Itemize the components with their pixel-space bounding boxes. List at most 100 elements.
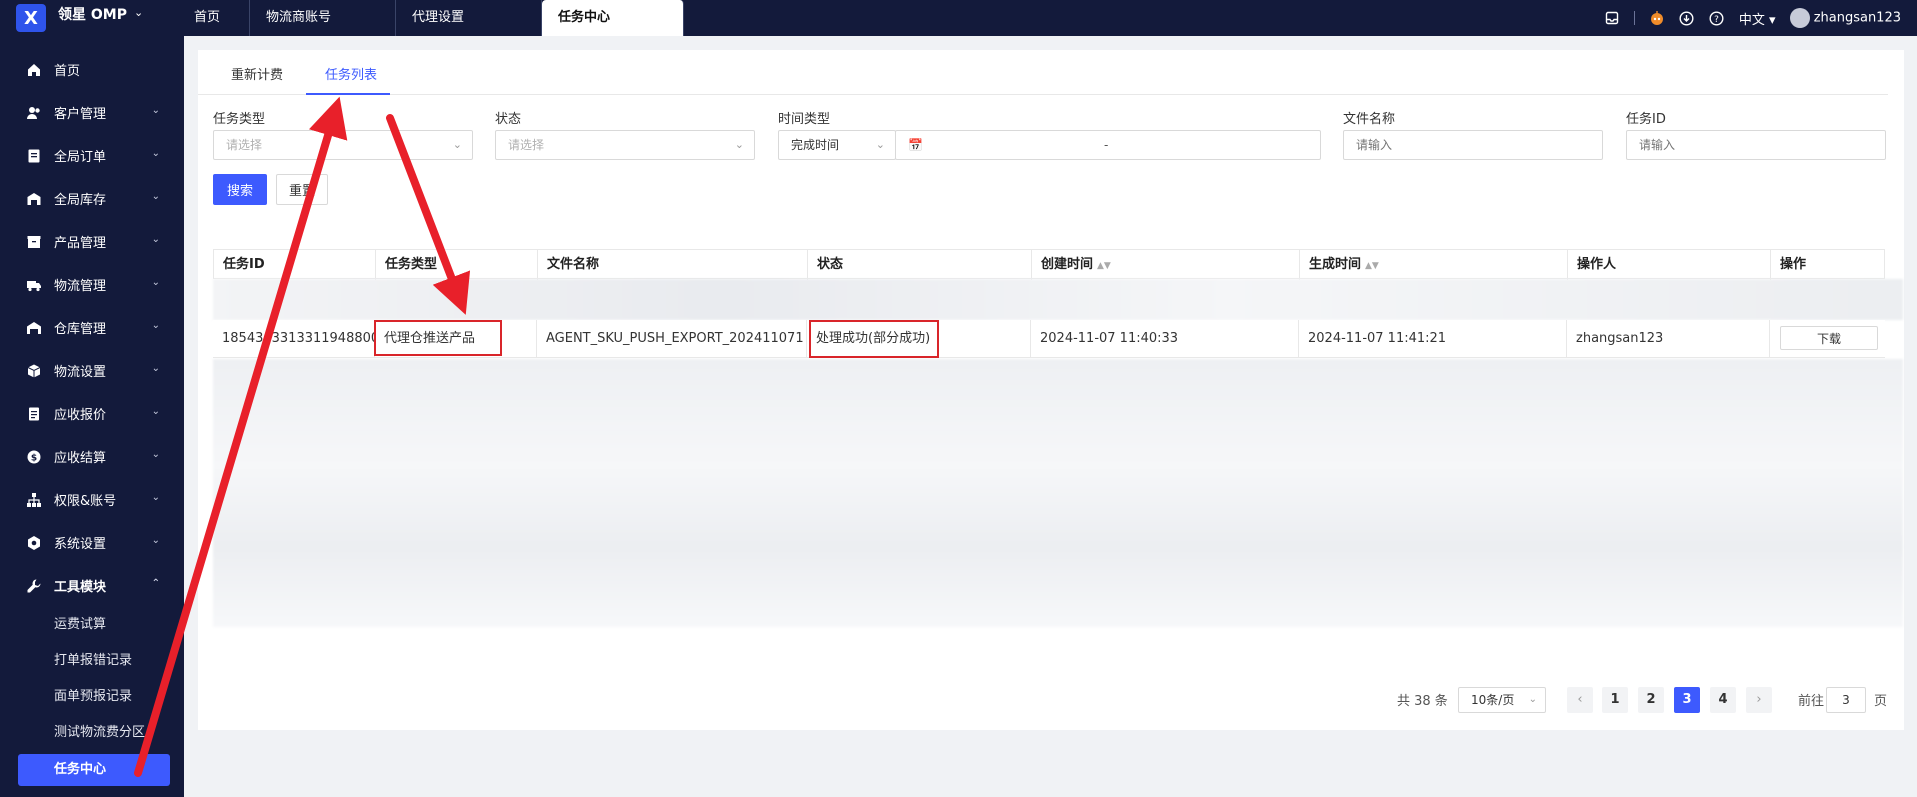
app-logo[interactable]: X bbox=[16, 4, 46, 32]
sidebar-item-products[interactable]: 产品管理 ⌄ bbox=[0, 220, 184, 263]
top-right-tools: ? 中文 ▾ zhangsan123 bbox=[1604, 0, 1901, 36]
chevron-down-icon: ⌄ bbox=[151, 535, 160, 546]
language-selector[interactable]: 中文 ▾ bbox=[1739, 9, 1776, 28]
col-generated-time[interactable]: 生成时间 ▲▼ bbox=[1300, 250, 1568, 280]
truck-icon bbox=[26, 277, 42, 293]
sidebar-item-receivable-settlement[interactable]: $ 应收结算 ⌄ bbox=[0, 435, 184, 478]
time-type-select[interactable]: 完成时间 ⌄ bbox=[778, 130, 896, 160]
sort-icon[interactable]: ▲▼ bbox=[1365, 261, 1379, 271]
help-icon[interactable]: ? bbox=[1709, 10, 1725, 26]
tab-task-center[interactable]: 任务中心 bbox=[542, 0, 684, 36]
sort-icon[interactable]: ▲▼ bbox=[1097, 261, 1111, 271]
page-3[interactable]: 3 bbox=[1674, 687, 1700, 713]
highlight-box-status bbox=[809, 320, 939, 358]
chevron-down-icon: ⌄ bbox=[875, 138, 885, 151]
sidebar-item-inventory[interactable]: 全局库存 ⌄ bbox=[0, 177, 184, 220]
sidebar-item-permissions[interactable]: 权限&账号 ⌄ bbox=[0, 478, 184, 521]
page-1[interactable]: 1 bbox=[1602, 687, 1628, 713]
goto-label: 前往 bbox=[1798, 694, 1825, 709]
task-type-select[interactable]: 请选择 ⌄ bbox=[213, 130, 473, 160]
task-type-label: 任务类型 bbox=[213, 112, 266, 127]
tab-proxy-settings[interactable]: 代理设置 bbox=[396, 0, 542, 36]
task-id-input[interactable] bbox=[1626, 130, 1886, 160]
svg-text:$: $ bbox=[31, 453, 37, 463]
task-id-label: 任务ID bbox=[1626, 112, 1666, 127]
tab-recalculate[interactable]: 重新计费 bbox=[231, 64, 283, 83]
reset-button[interactable]: 重置 bbox=[276, 174, 328, 205]
sidebar-item-system-settings[interactable]: 系统设置 ⌄ bbox=[0, 521, 184, 564]
blurred-row bbox=[213, 279, 1903, 320]
brand-name[interactable]: 领星 OMP bbox=[58, 0, 127, 36]
page-4[interactable]: 4 bbox=[1710, 687, 1736, 713]
page-2[interactable]: 2 bbox=[1638, 687, 1664, 713]
col-task-id: 任务ID bbox=[214, 250, 376, 280]
col-actions: 操作 bbox=[1780, 257, 1807, 272]
tab-logistics-account[interactable]: 物流商账号 bbox=[250, 0, 396, 36]
sidebar-item-logistics[interactable]: 物流管理 ⌄ bbox=[0, 263, 184, 306]
robot-icon[interactable] bbox=[1649, 10, 1665, 26]
calendar-icon: 📅 bbox=[908, 138, 923, 152]
chevron-down-icon: ⌄ bbox=[151, 148, 160, 159]
sidebar-subitem-test-freight-zones[interactable]: 测试物流费分区 bbox=[54, 715, 145, 751]
top-bar: X 领星 OMP ⌄ 首页 物流商账号 代理设置 任务中心 ? 中文 ▾ zha… bbox=[0, 0, 1917, 36]
download-icon[interactable] bbox=[1679, 10, 1695, 26]
sidebar-item-home[interactable]: 首页 bbox=[0, 48, 184, 91]
cube-icon bbox=[26, 363, 42, 379]
goto-page-input[interactable]: 3 bbox=[1826, 687, 1866, 713]
tab-home[interactable]: 首页 bbox=[178, 0, 250, 36]
chevron-down-icon: ⌄ bbox=[452, 138, 462, 151]
chevron-down-icon[interactable]: ⌄ bbox=[134, 6, 143, 19]
sidebar-item-receivable-quote[interactable]: 应收报价 ⌄ bbox=[0, 392, 184, 435]
page-size-select[interactable]: 10条/页 ⌄ bbox=[1458, 687, 1546, 713]
settings-icon bbox=[26, 535, 42, 551]
sidebar-item-tools[interactable]: 工具模块 ⌃ bbox=[0, 564, 184, 607]
table-header: 任务ID 任务类型 文件名称 状态 创建时间 ▲▼ 生成时间 ▲▼ 操作人 操作 bbox=[213, 249, 1885, 280]
sidebar-subitem-task-center[interactable]: 任务中心 bbox=[18, 754, 170, 786]
chevron-down-icon: ⌄ bbox=[151, 105, 160, 116]
chevron-down-icon: ⌄ bbox=[151, 320, 160, 331]
cell-operator: zhangsan123 bbox=[1567, 320, 1770, 358]
sidebar-subitem-print-error-log[interactable]: 打单报错记录 bbox=[54, 643, 132, 679]
blurred-rows bbox=[213, 359, 1903, 627]
sub-tabs: 重新计费 任务列表 bbox=[198, 50, 1888, 95]
file-name-label: 文件名称 bbox=[1343, 112, 1396, 127]
time-type-label: 时间类型 bbox=[778, 112, 831, 127]
col-status: 状态 bbox=[808, 250, 1032, 280]
dollar-icon: $ bbox=[26, 449, 42, 465]
status-label: 状态 bbox=[495, 112, 522, 127]
tab-task-list[interactable]: 任务列表 bbox=[325, 64, 377, 83]
inventory-icon bbox=[26, 191, 42, 207]
download-button[interactable]: 下载 bbox=[1780, 326, 1878, 350]
user-menu[interactable]: zhangsan123 bbox=[1789, 8, 1901, 28]
inbox-icon[interactable] bbox=[1604, 10, 1620, 26]
cell-file-name: AGENT_SKU_PUSH_EXPORT_202411071 bbox=[537, 320, 807, 358]
chevron-down-icon: ⌄ bbox=[1528, 694, 1537, 705]
col-created-time[interactable]: 创建时间 ▲▼ bbox=[1032, 250, 1300, 280]
sidebar-subitem-freight-trial[interactable]: 运费试算 bbox=[54, 607, 106, 643]
wrench-icon bbox=[26, 578, 42, 594]
col-file-name: 文件名称 bbox=[538, 250, 808, 280]
sidebar-item-customers[interactable]: 客户管理 ⌄ bbox=[0, 91, 184, 134]
sidebar-item-logistics-settings[interactable]: 物流设置 ⌄ bbox=[0, 349, 184, 392]
home-icon bbox=[26, 62, 42, 78]
divider bbox=[1633, 11, 1635, 25]
order-icon bbox=[26, 148, 42, 164]
search-button[interactable]: 搜索 bbox=[213, 174, 267, 205]
sidebar-subitem-label-forecast-log[interactable]: 面单预报记录 bbox=[54, 679, 132, 715]
highlight-box-task-type bbox=[374, 320, 502, 356]
chevron-down-icon: ⌄ bbox=[151, 234, 160, 245]
box-icon bbox=[26, 234, 42, 250]
sidebar-item-orders[interactable]: 全局订单 ⌄ bbox=[0, 134, 184, 177]
sidebar-item-warehouse[interactable]: 仓库管理 ⌄ bbox=[0, 306, 184, 349]
cell-generated-time: 2024-11-07 11:41:21 bbox=[1299, 320, 1567, 358]
chevron-down-icon: ⌄ bbox=[151, 191, 160, 202]
sidebar: 首页 客户管理 ⌄ 全局订单 ⌄ 全局库存 ⌄ 产品管理 ⌄ 物流管理 ⌄ 仓库管理 ⌄ 物… bbox=[0, 36, 184, 797]
chevron-down-icon: ⌄ bbox=[151, 492, 160, 503]
top-nav-tabs: 首页 物流商账号 代理设置 任务中心 bbox=[178, 0, 684, 36]
next-page-button[interactable]: › bbox=[1746, 687, 1772, 713]
prev-page-button[interactable]: ‹ bbox=[1567, 687, 1593, 713]
users-icon bbox=[26, 105, 42, 121]
file-name-input[interactable] bbox=[1343, 130, 1603, 160]
status-select[interactable]: 请选择 ⌄ bbox=[495, 130, 755, 160]
date-range-picker[interactable]: 📅 - bbox=[895, 130, 1321, 160]
